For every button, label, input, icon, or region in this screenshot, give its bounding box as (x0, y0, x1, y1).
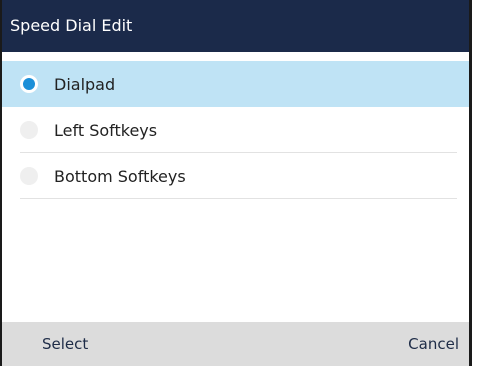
radio-unselected-icon[interactable] (20, 167, 38, 185)
option-label: Left Softkeys (54, 120, 158, 140)
screen-title: Speed Dial Edit (2, 0, 469, 52)
option-dialpad[interactable]: Dialpad (2, 61, 469, 107)
divider (20, 198, 457, 199)
option-bottom-softkeys[interactable]: Bottom Softkeys (2, 153, 469, 199)
cancel-softkey[interactable]: Cancel (408, 322, 459, 366)
radio-selected-icon[interactable] (20, 75, 38, 93)
select-softkey[interactable]: Select (42, 322, 88, 366)
option-list: Dialpad Left Softkeys Bottom Softkeys (2, 61, 469, 199)
radio-unselected-icon[interactable] (20, 121, 38, 139)
option-left-softkeys[interactable]: Left Softkeys (2, 107, 469, 153)
softkey-bar: Select Cancel (2, 322, 469, 366)
option-label: Bottom Softkeys (54, 166, 186, 186)
option-label: Dialpad (54, 74, 116, 94)
phone-screen: Speed Dial Edit Dialpad Left Softkeys Bo… (0, 0, 472, 366)
